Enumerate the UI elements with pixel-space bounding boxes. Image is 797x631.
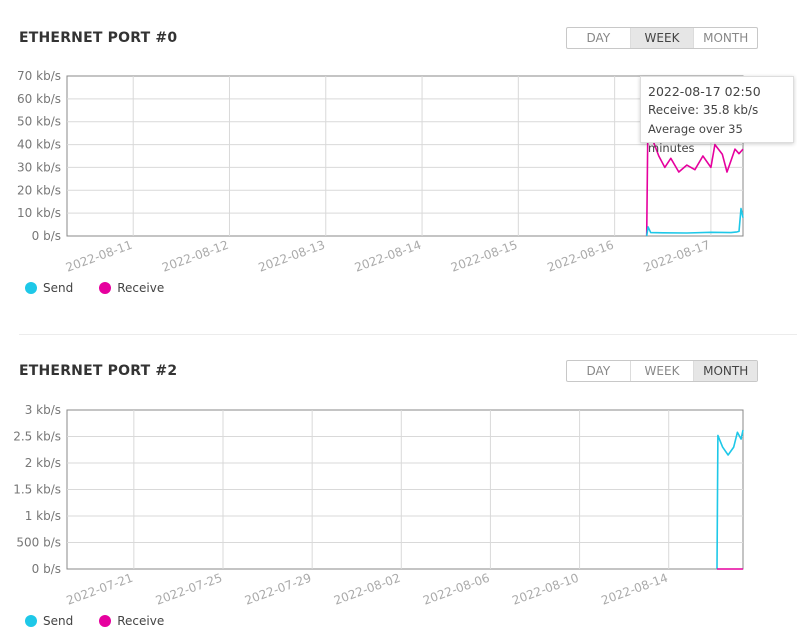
x-tick-label: 2022-08-06	[421, 571, 491, 608]
y-tick-label: 20 kb/s	[17, 183, 61, 197]
x-tick-label: 2022-08-13	[256, 238, 326, 275]
legend-label: Receive	[117, 614, 165, 628]
x-tick-label: 2022-08-16	[545, 238, 615, 275]
legend-label: Send	[43, 281, 74, 295]
y-tick-label: 0 b/s	[32, 229, 61, 243]
x-tick-label: 2022-08-15	[449, 238, 519, 275]
y-tick-label: 50 kb/s	[17, 115, 61, 129]
y-tick-label: 1 kb/s	[25, 509, 61, 523]
y-tick-label: 10 kb/s	[17, 206, 61, 220]
x-tick-label: 2022-08-11	[64, 238, 134, 275]
legend-send[interactable]: Send	[25, 614, 73, 628]
tooltip-time: 2022-08-17 02:50	[648, 84, 761, 99]
ethernet-port-2-panel: ETHERNET PORT #2 DAY WEEK MONTH 0 b/s 500…	[0, 334, 797, 631]
y-tick-label: 70 kb/s	[17, 69, 61, 83]
send-color-dot	[25, 282, 37, 294]
tooltip-note: Average over 35 minutes	[648, 122, 743, 155]
y-tick-label: 60 kb/s	[17, 92, 61, 106]
chart-legend: Send Receive	[25, 614, 190, 628]
y-tick-label: 2.5 kb/s	[13, 430, 61, 444]
receive-color-dot	[99, 615, 112, 627]
y-tick-label: 1.5 kb/s	[13, 483, 61, 497]
y-tick-label: 3 kb/s	[25, 403, 61, 417]
legend-label: Receive	[117, 281, 165, 295]
x-tick-label: 2022-07-21	[65, 571, 135, 608]
send-series-line[interactable]	[716, 429, 744, 570]
x-tick-label: 2022-08-14	[353, 238, 423, 275]
chart-legend: Send Receive	[25, 281, 190, 295]
y-tick-label: 0 b/s	[32, 562, 61, 576]
y-tick-label: 2 kb/s	[25, 456, 61, 470]
legend-receive[interactable]: Receive	[99, 614, 164, 628]
x-tick-label: 2022-07-25	[154, 571, 224, 608]
x-tick-label: 2022-08-14	[599, 571, 669, 608]
chart-tooltip: 2022-08-17 02:50 Receive: 35.8 kb/s Aver…	[640, 76, 794, 155]
tooltip-value: Receive: 35.8 kb/s	[648, 103, 759, 117]
y-tick-label: 40 kb/s	[17, 138, 61, 152]
x-tick-label: 2022-08-17	[642, 238, 712, 275]
x-tick-label: 2022-08-12	[160, 238, 230, 275]
x-tick-label: 2022-07-29	[243, 571, 313, 608]
y-tick-label: 30 kb/s	[17, 160, 61, 174]
x-tick-label: 2022-08-10	[510, 571, 580, 608]
legend-receive[interactable]: Receive	[99, 281, 164, 295]
y-tick-label: 500 b/s	[16, 536, 61, 550]
send-color-dot	[25, 615, 37, 627]
ethernet-port-0-panel: ETHERNET PORT #0 DAY WEEK MONTH 0 b/s 10 …	[0, 0, 797, 334]
x-tick-label: 2022-08-02	[332, 571, 402, 608]
receive-color-dot	[99, 282, 112, 294]
traffic-chart: 0 b/s 500 b/s 1 kb/s 1.5 kb/s 2 kb/s 2.5 kb/s…	[13, 403, 744, 608]
legend-send[interactable]: Send	[25, 281, 73, 295]
legend-label: Send	[43, 614, 74, 628]
